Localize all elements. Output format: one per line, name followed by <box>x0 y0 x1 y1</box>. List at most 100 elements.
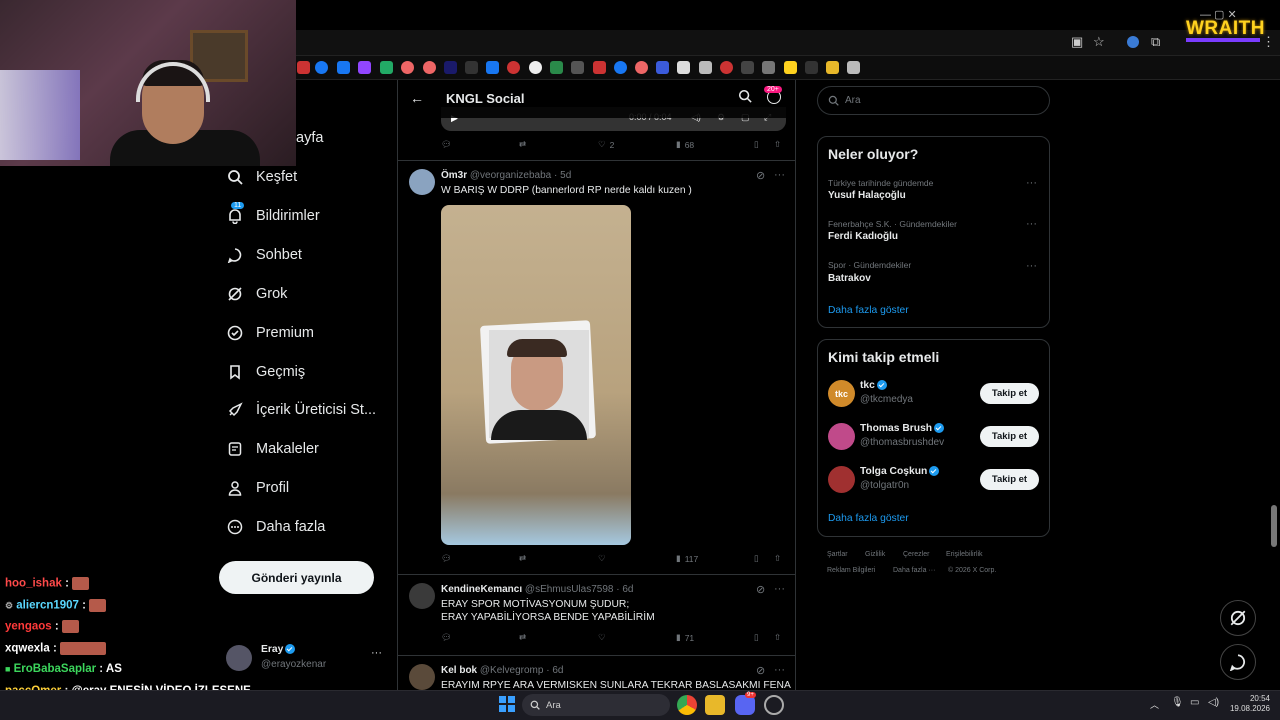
bookmark-icon[interactable] <box>507 61 520 74</box>
trend-item[interactable]: Yusuf Halaçoğlu <box>828 190 906 201</box>
post-button[interactable]: Gönderi yayınla <box>219 561 374 594</box>
reply-button[interactable]: 💬︎ <box>441 139 452 150</box>
bookmark-icon[interactable] <box>699 61 712 74</box>
nav-item-bookmarks[interactable]: Geçmiş <box>226 357 305 387</box>
trends-show-more-link[interactable]: Daha fazla göster <box>828 305 909 316</box>
more-dots-icon[interactable]: ··· <box>1026 218 1037 230</box>
grok-fab[interactable] <box>1220 600 1256 636</box>
trend-item[interactable]: Batrakov <box>828 273 871 284</box>
bookmark-icon[interactable] <box>762 61 775 74</box>
bookmark-icon[interactable] <box>784 61 797 74</box>
follow-suggestion[interactable]: tkc tkc @tkcmedya Takip et <box>828 379 1040 409</box>
account-switcher[interactable]: Eray @erayozkenar ··· <box>226 642 386 676</box>
trend-item[interactable]: Ferdi Kadıoğlu <box>828 231 898 242</box>
share-button[interactable]: ⇧ <box>774 632 781 643</box>
footer-link[interactable]: Reklam Bilgileri <box>827 567 875 574</box>
nav-item-premium[interactable]: Premium <box>226 318 314 348</box>
nav-item-creator-studio[interactable]: İçerik Üreticisi St... <box>226 395 376 425</box>
nav-item-grok[interactable]: Grok <box>226 279 287 309</box>
bookmark-icon[interactable] <box>358 61 371 74</box>
nav-item-chat[interactable]: Sohbet <box>226 240 302 270</box>
bookmark-icon[interactable] <box>486 61 499 74</box>
avatar[interactable]: tkc <box>828 380 855 407</box>
avatar[interactable] <box>828 466 855 493</box>
follow-suggestion[interactable]: Thomas Brush @thomasbrushdev Takip et <box>828 422 1040 452</box>
star-icon[interactable]: ☆ <box>1093 34 1105 50</box>
more-dots-icon[interactable]: ··· <box>1026 260 1037 272</box>
nav-home-partial-label[interactable]: ayfa <box>296 130 323 146</box>
bookmark-icon[interactable] <box>720 61 733 74</box>
tweet-author[interactable]: KendineKemancı @sEhmusUlas7598 · 6d <box>441 584 633 595</box>
bookmark-button[interactable]: ▯ <box>754 632 759 643</box>
footer-link[interactable]: Erişilebilirlik <box>946 551 983 558</box>
tweet-author[interactable]: Öm3r @veorganizebaba · 5d <box>441 170 571 181</box>
more-dots-icon[interactable]: ··· <box>1026 177 1037 189</box>
footer-link[interactable]: Daha fazla ··· <box>893 567 935 574</box>
nav-item-more[interactable]: Daha fazla <box>226 512 325 542</box>
bookmark-icon[interactable] <box>401 61 414 74</box>
retweet-button[interactable]: ⇄ <box>519 139 526 150</box>
more-dots-icon[interactable]: ··· <box>774 169 785 181</box>
timeline-feed[interactable]: ▶ 0:00 / 0:04 ◁) ⚙ ▢ ⤢ 💬︎ ⇄ ♡2 ▮68 ▯ ⇧ Ö… <box>397 80 796 690</box>
like-button[interactable]: ♡ <box>598 553 606 564</box>
microphone-icon[interactable]: 🎙︎ <box>1171 697 1184 708</box>
avatar[interactable] <box>409 664 435 690</box>
retweet-button[interactable]: ⇄ <box>519 553 526 564</box>
chrome-icon[interactable] <box>677 695 697 715</box>
views-button[interactable]: ▮ 71 <box>676 632 694 643</box>
taskbar-search[interactable]: Ara <box>522 694 670 716</box>
who-show-more-link[interactable]: Daha fazla göster <box>828 513 909 524</box>
back-arrow-icon[interactable]: ← <box>410 90 424 106</box>
bookmark-icon[interactable] <box>444 61 457 74</box>
bookmark-button[interactable]: ▯ <box>754 553 759 564</box>
nav-item-explore[interactable]: Keşfet <box>226 162 297 192</box>
bookmark-icon[interactable] <box>529 61 542 74</box>
bookmark-icon[interactable] <box>550 61 563 74</box>
search-icon[interactable] <box>738 89 752 108</box>
bookmark-icon[interactable] <box>315 61 328 74</box>
display-icon[interactable]: ▭ <box>1190 697 1199 708</box>
more-dots-icon[interactable]: ··· <box>371 647 382 659</box>
puzzle-icon[interactable]: ⧉ <box>1151 34 1160 50</box>
footer-link[interactable]: Gizlilik <box>865 551 885 558</box>
grok-icon[interactable]: ⊘ <box>756 583 765 596</box>
app-icon[interactable] <box>764 695 784 715</box>
bookmark-icon[interactable] <box>614 61 627 74</box>
bookmark-icon[interactable] <box>741 61 754 74</box>
volume-icon[interactable]: ◁) <box>1208 697 1219 708</box>
grok-icon[interactable]: ⊘ <box>756 169 765 182</box>
bookmark-icon[interactable] <box>826 61 839 74</box>
tray-chevron-icon[interactable]: ︿ <box>1150 698 1159 711</box>
retweet-button[interactable]: ⇄ <box>519 632 526 643</box>
bookmark-button[interactable]: ▯ <box>754 139 759 150</box>
bookmark-icon[interactable] <box>847 61 860 74</box>
bookmark-icon[interactable] <box>656 61 669 74</box>
messages-fab[interactable] <box>1220 644 1256 680</box>
share-button[interactable]: ⇧ <box>774 553 781 564</box>
avatar[interactable] <box>828 423 855 450</box>
bookmark-icon[interactable] <box>423 61 436 74</box>
file-explorer-icon[interactable] <box>705 695 725 715</box>
tweet-author[interactable]: Kel bok @Kelvegromp · 6d <box>441 665 563 676</box>
bookmark-icon[interactable] <box>297 61 310 74</box>
nav-item-articles[interactable]: Makaleler <box>226 434 319 464</box>
bookmark-icon[interactable] <box>465 61 478 74</box>
discord-icon[interactable] <box>735 695 755 715</box>
search-input[interactable]: Ara <box>817 86 1050 115</box>
nav-item-profile[interactable]: Profil <box>226 473 289 503</box>
tweet[interactable]: KendineKemancı @sEhmusUlas7598 · 6d ⊘ ··… <box>398 575 795 656</box>
bookmark-icon[interactable] <box>380 61 393 74</box>
avatar[interactable] <box>409 169 435 195</box>
views-button[interactable]: ▮ 117 <box>676 553 698 564</box>
follow-button[interactable]: Takip et <box>980 426 1039 447</box>
screenshot-icon[interactable]: ▣ <box>1071 34 1083 50</box>
tweet[interactable]: Kel bok @Kelvegromp · 6d ⊘ ··· ERAYIM RP… <box>398 656 795 690</box>
tweet-image[interactable] <box>441 205 631 545</box>
tweet[interactable]: Öm3r @veorganizebaba · 5d ⊘ ··· W BARIŞ … <box>398 161 795 575</box>
avatar[interactable] <box>409 583 435 609</box>
grok-icon[interactable]: ⊘ <box>756 664 765 677</box>
footer-link[interactable]: Çerezler <box>903 551 929 558</box>
reply-button[interactable]: 💬︎ <box>441 553 452 564</box>
follow-button[interactable]: Takip et <box>980 469 1039 490</box>
footer-link[interactable]: Şartlar <box>827 551 848 558</box>
